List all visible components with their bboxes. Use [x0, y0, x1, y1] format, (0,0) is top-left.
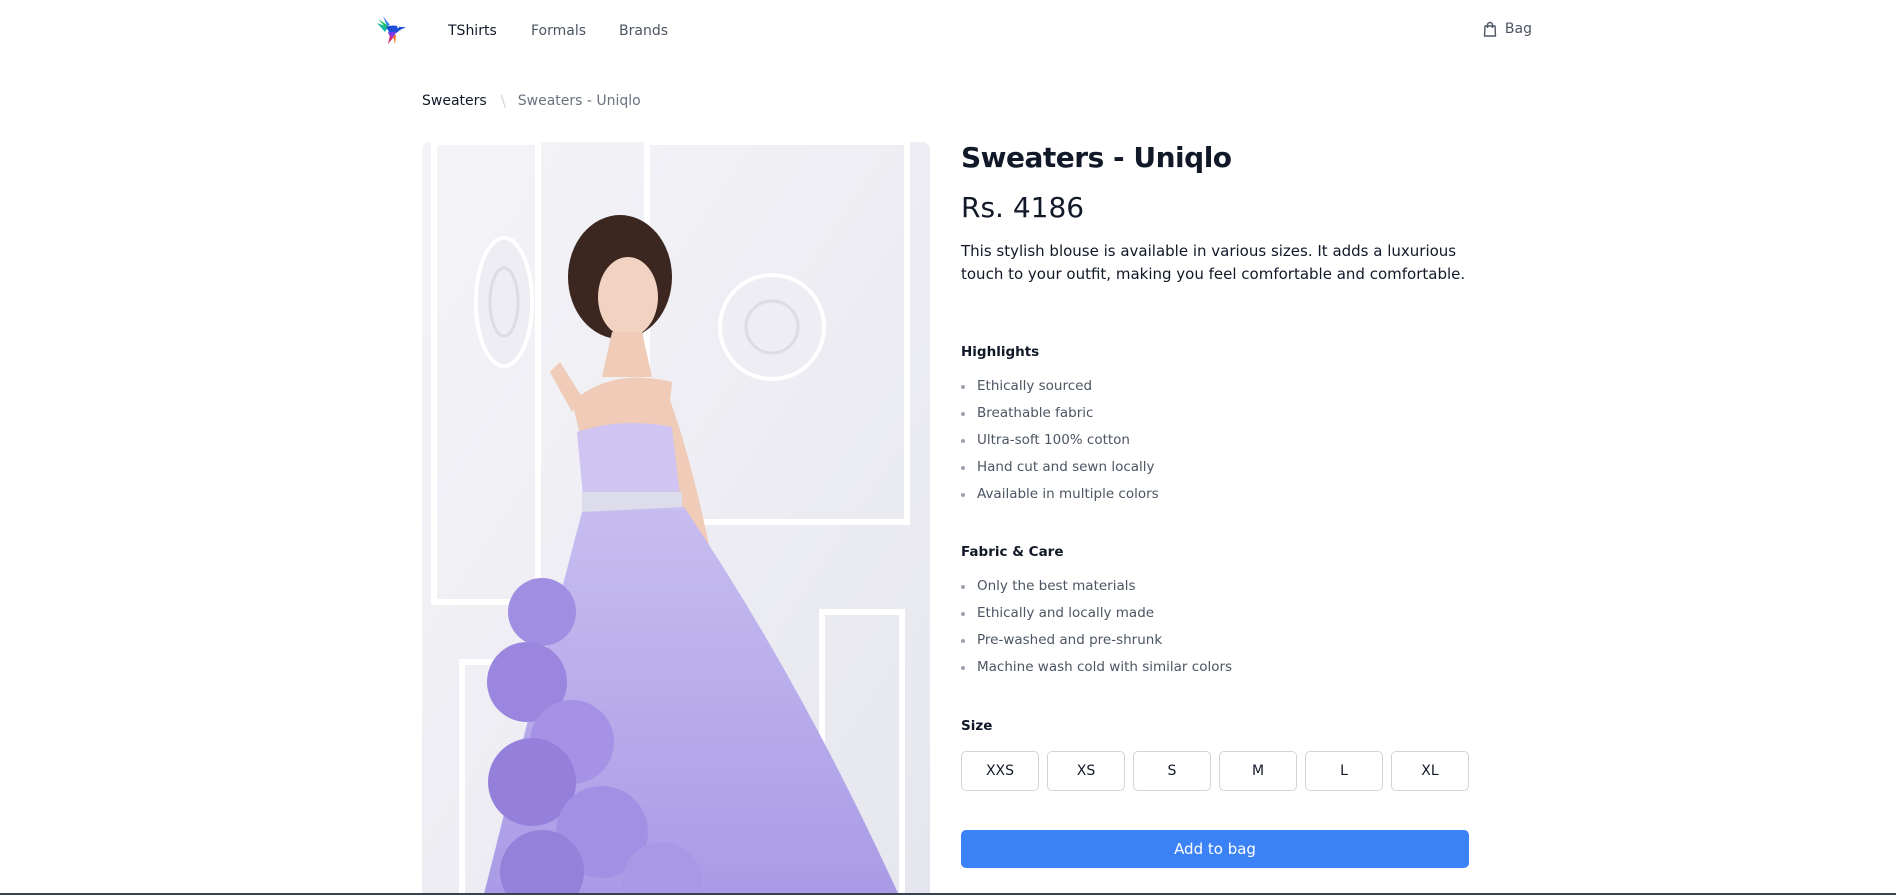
bullet-icon — [961, 412, 965, 416]
list-item: Breathable fabric — [961, 403, 1159, 423]
list-item: Ethically sourced — [961, 376, 1159, 396]
list-item: Pre-washed and pre-shrunk — [961, 630, 1232, 650]
list-item: Available in multiple colors — [961, 484, 1159, 504]
bullet-icon — [961, 585, 965, 589]
breadcrumb-current[interactable]: Sweaters - Uniqlo — [518, 93, 641, 109]
shopping-bag-icon — [1483, 21, 1497, 37]
bullet-icon — [961, 385, 965, 389]
bullet-icon — [961, 612, 965, 616]
highlights-section: Highlights Ethically sourced Breathable … — [961, 342, 1159, 511]
list-item-text: Available in multiple colors — [977, 486, 1159, 502]
size-option-xs[interactable]: XS — [1047, 751, 1125, 791]
bullet-icon — [961, 466, 965, 470]
fabric-care-section: Fabric & Care Only the best materials Et… — [961, 542, 1232, 684]
highlights-heading: Highlights — [961, 344, 1040, 360]
bag-button[interactable]: Bag — [1483, 21, 1532, 37]
breadcrumb-separator: \ — [500, 92, 506, 110]
list-item: Machine wash cold with similar colors — [961, 657, 1232, 677]
size-option-xxs[interactable]: XXS — [961, 751, 1039, 791]
list-item-text: Hand cut and sewn locally — [977, 459, 1155, 475]
list-item-text: Pre-washed and pre-shrunk — [977, 632, 1163, 648]
list-item: Ultra-soft 100% cotton — [961, 430, 1159, 450]
list-item-text: Breathable fabric — [977, 405, 1094, 421]
list-item-text: Only the best materials — [977, 578, 1136, 594]
product-description: This stylish blouse is available in vari… — [961, 242, 1466, 283]
top-nav: TShirts Formals Brands Bag — [0, 0, 1896, 64]
nav-link-formals[interactable]: Formals — [531, 23, 586, 39]
bag-label: Bag — [1504, 21, 1532, 37]
size-option-l[interactable]: L — [1305, 751, 1383, 791]
bullet-icon — [961, 439, 965, 443]
bullet-icon — [961, 493, 965, 497]
size-option-m[interactable]: M — [1219, 751, 1297, 791]
product-price: Rs. 4186 — [961, 191, 1085, 224]
bullet-icon — [961, 639, 965, 643]
size-section: Size — [961, 716, 992, 736]
breadcrumb-link-sweaters[interactable]: Sweaters — [422, 93, 487, 109]
product-image — [422, 142, 930, 895]
size-options: XXS XS S M L XL — [961, 751, 1469, 791]
size-heading: Size — [961, 718, 993, 734]
nav-link-tshirts[interactable]: TShirts — [448, 23, 497, 39]
list-item: Ethically and locally made — [961, 603, 1232, 623]
product-info: Sweaters - Uniqlo Rs. 4186 This stylish … — [961, 140, 1469, 286]
list-item-text: Machine wash cold with similar colors — [977, 659, 1233, 675]
list-item: Only the best materials — [961, 576, 1232, 596]
breadcrumb: Sweaters \ Sweaters - Uniqlo — [422, 92, 641, 110]
list-item: Hand cut and sewn locally — [961, 457, 1159, 477]
hummingbird-logo-icon[interactable] — [374, 14, 408, 48]
list-item-text: Ethically sourced — [977, 378, 1093, 394]
bullet-icon — [961, 666, 965, 670]
nav-link-brands[interactable]: Brands — [619, 23, 668, 39]
fabric-care-list: Only the best materials Ethically and lo… — [961, 576, 1232, 677]
size-option-xl[interactable]: XL — [1391, 751, 1469, 791]
add-to-bag-button[interactable]: Add to bag — [961, 830, 1469, 868]
fabric-care-heading: Fabric & Care — [961, 544, 1064, 560]
highlights-list: Ethically sourced Breathable fabric Ultr… — [961, 376, 1159, 504]
list-item-text: Ultra-soft 100% cotton — [977, 432, 1130, 448]
size-option-s[interactable]: S — [1133, 751, 1211, 791]
product-title: Sweaters - Uniqlo — [961, 141, 1232, 174]
list-item-text: Ethically and locally made — [977, 605, 1155, 621]
